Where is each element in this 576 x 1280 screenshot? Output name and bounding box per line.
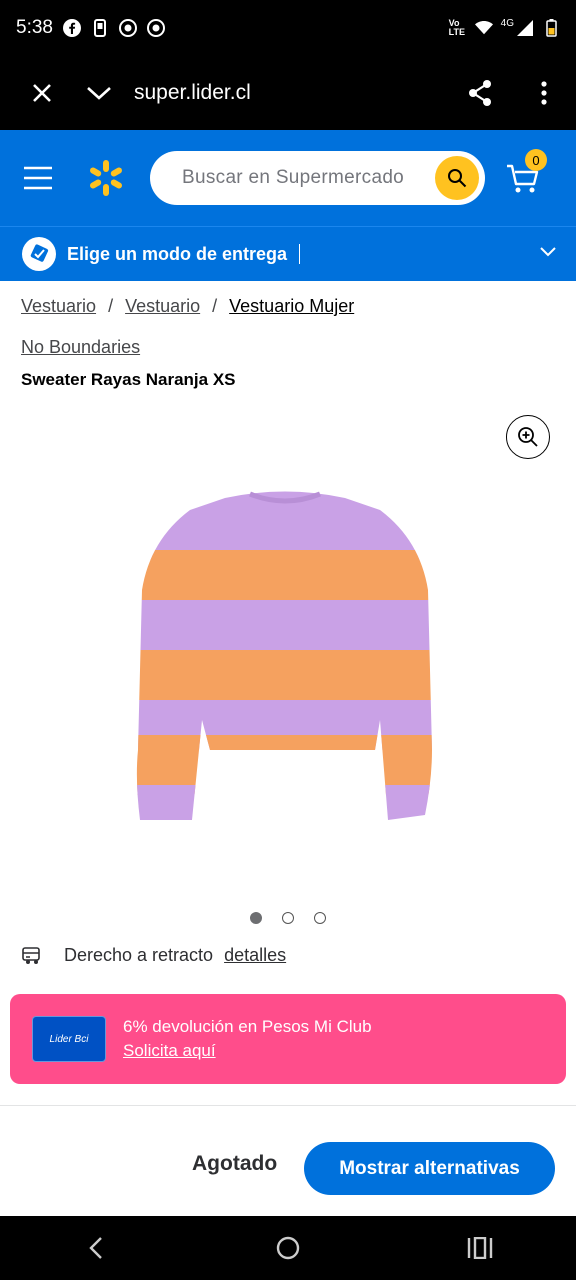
volte-icon: Vo LTE — [448, 18, 465, 37]
product-image[interactable] — [130, 480, 440, 840]
phone-icon — [91, 19, 109, 37]
hamburger-menu-icon[interactable] — [0, 130, 76, 226]
retracto-label: Derecho a retracto — [64, 944, 214, 965]
delivery-mode-label: Elige un modo de entrega — [67, 243, 288, 264]
breadcrumb-item[interactable]: Vestuario — [125, 296, 200, 317]
image-carousel-dots — [250, 912, 326, 924]
card-label: Lider Bci — [49, 1033, 89, 1045]
chevron-down-icon[interactable] — [74, 56, 124, 130]
url-text[interactable]: super.lider.cl — [134, 81, 448, 105]
lider-bci-card-icon: Lider Bci — [32, 1016, 106, 1062]
delivery-divider — [299, 244, 301, 264]
product-title: Sweater Rayas Naranja XS — [21, 370, 236, 389]
system-nav-bar — [0, 1216, 576, 1280]
search-placeholder: Buscar en Supermercado — [182, 167, 405, 188]
show-alternatives-button[interactable]: Mostrar alternativas — [304, 1142, 555, 1195]
breadcrumb-separator: / — [108, 296, 114, 316]
out-of-stock-label: Agotado — [192, 1152, 278, 1175]
delivery-mode-selector[interactable]: Elige un modo de entrega — [0, 226, 576, 281]
carousel-dot[interactable] — [282, 912, 294, 924]
carousel-dot[interactable] — [250, 912, 262, 924]
search-icon[interactable] — [435, 156, 479, 200]
recents-icon[interactable] — [450, 1218, 510, 1278]
network-type: 4G — [500, 17, 514, 29]
zoom-in-icon[interactable] — [506, 415, 550, 459]
promo-banner[interactable]: Lider Bci 6% devolución en Pesos Mi Club… — [10, 994, 566, 1084]
delivery-mode-icon — [22, 237, 56, 271]
close-icon[interactable] — [10, 56, 74, 130]
cart-button[interactable]: 0 — [505, 149, 547, 196]
carousel-dot[interactable] — [314, 912, 326, 924]
status-bar: 5:38 Vo LTE 4G — [0, 0, 576, 56]
chrome-icon — [118, 19, 137, 37]
walmart-spark-icon[interactable] — [76, 148, 136, 208]
retracto-row: Derecho a retracto detalles — [21, 944, 286, 966]
promo-link[interactable]: Solicita aquí — [123, 1041, 216, 1061]
wifi-icon — [474, 19, 493, 37]
brand-link[interactable]: No Boundaries — [21, 337, 140, 358]
share-icon[interactable] — [448, 56, 512, 130]
breadcrumb-separator: / — [212, 296, 218, 316]
chevron-down-icon[interactable] — [540, 244, 556, 262]
notification-icons — [62, 19, 165, 37]
site-header: Buscar en Supermercado 0 — [0, 130, 576, 226]
divider — [0, 1105, 576, 1106]
promo-text: 6% devolución en Pesos Mi Club — [123, 1017, 372, 1036]
system-icons: Vo LTE 4G — [448, 17, 560, 37]
status-time: 5:38 — [16, 17, 53, 38]
browser-toolbar: super.lider.cl — [0, 56, 576, 130]
breadcrumb-item[interactable]: Vestuario — [21, 296, 96, 317]
cart-count-badge: 0 — [525, 149, 547, 171]
home-icon[interactable] — [258, 1218, 318, 1278]
back-icon[interactable] — [66, 1218, 126, 1278]
return-truck-icon — [22, 947, 40, 964]
signal-icon — [516, 19, 534, 37]
breadcrumb-item-current[interactable]: Vestuario Mujer — [229, 296, 354, 317]
battery-icon — [542, 19, 560, 37]
search-input[interactable]: Buscar en Supermercado — [150, 151, 485, 205]
chrome-icon — [146, 19, 165, 37]
breadcrumb: Vestuario / Vestuario / Vestuario Mujer — [21, 296, 354, 317]
more-vert-icon[interactable] — [512, 56, 576, 130]
facebook-icon — [62, 19, 81, 37]
retracto-details-link[interactable]: detalles — [224, 945, 286, 966]
